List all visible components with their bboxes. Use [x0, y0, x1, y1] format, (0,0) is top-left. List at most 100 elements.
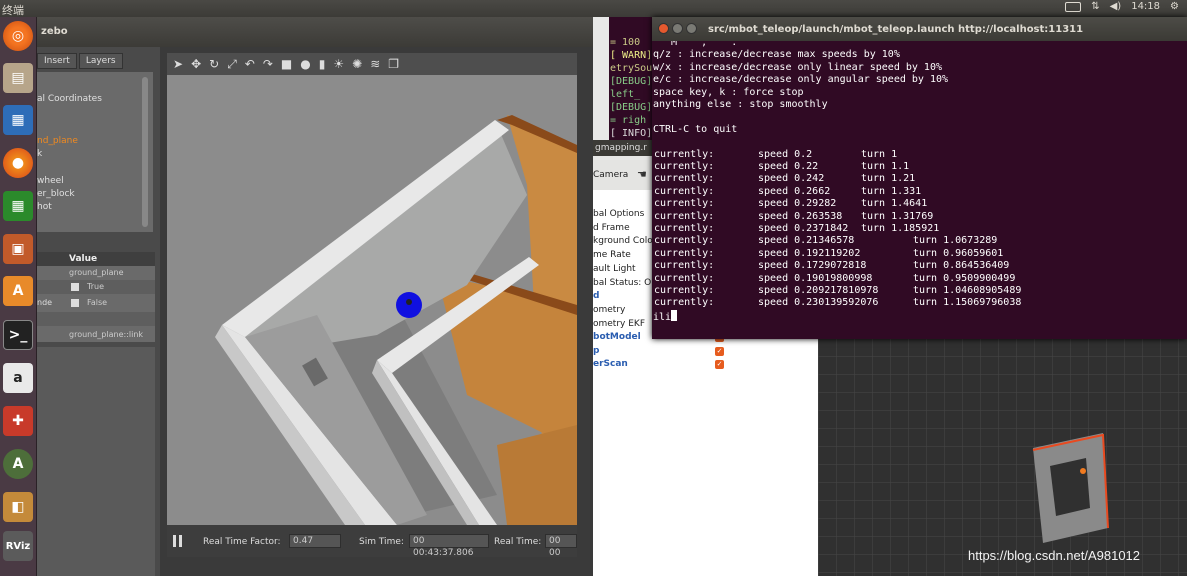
gazebo-3d-scene[interactable]	[167, 75, 577, 525]
text-cursor	[671, 309, 678, 321]
tab-layers[interactable]: Layers	[78, 53, 123, 69]
speed-status-row: currently: speed 0.242 turn 1.21	[653, 173, 1183, 185]
volume-icon[interactable]: ◀)	[1110, 1, 1122, 12]
cylinder-shape-icon[interactable]: ▮	[319, 57, 326, 71]
rviz-icon[interactable]: RViz	[3, 531, 33, 561]
software-center-icon[interactable]: A	[3, 276, 33, 306]
update-icon[interactable]: A	[3, 449, 33, 479]
rviz-tree-item[interactable]: ault Light	[593, 263, 636, 276]
close-icon[interactable]	[658, 23, 669, 34]
bg-terminal-line: [DEBUG]	[610, 102, 653, 113]
box-icon[interactable]: ◧	[3, 492, 33, 522]
teleop-terminal-window[interactable]: src/mbot_teleop/launch/mbot_teleop.launc…	[652, 17, 1187, 339]
active-app-title: 终端	[2, 4, 24, 17]
terminal-titlebar[interactable]: src/mbot_teleop/launch/mbot_teleop.launc…	[652, 17, 1187, 41]
rviz-tree-item[interactable]: botModel	[593, 331, 641, 344]
rviz-map-render	[818, 338, 1187, 576]
minimize-icon[interactable]	[672, 23, 683, 34]
bg-terminal-line: left_	[610, 89, 641, 100]
rviz-tree-item[interactable]: bal Status: O	[593, 277, 651, 290]
row-label: currently:	[654, 297, 715, 309]
keyboard-icon[interactable]	[1065, 1, 1082, 12]
gazebo-side-panel: Insert Layers al Coordinates nd_plane k …	[37, 47, 160, 576]
tree-scrollbar[interactable]	[142, 77, 148, 227]
rviz-tree-item[interactable]: d	[593, 290, 599, 303]
clock[interactable]: 14:18	[1131, 1, 1160, 12]
calc-icon[interactable]: ▦	[3, 191, 33, 221]
speed-status-row: currently: speed 0.22 turn 1.1	[653, 161, 1183, 173]
sim-time-label: Sim Time:	[359, 537, 404, 547]
pause-icon[interactable]	[173, 535, 183, 547]
terminal-prompt-line[interactable]: ili	[653, 309, 678, 323]
tree-item[interactable]: er_block	[37, 189, 75, 199]
terminal-line: CTRL-C to quit	[653, 123, 738, 135]
translate-icon[interactable]: ✥	[191, 57, 201, 71]
tree-item[interactable]: wheel	[37, 176, 64, 186]
row-turn: turn 0.864536409	[913, 260, 1010, 272]
network-icon[interactable]: ⇅	[1091, 1, 1099, 12]
world-tree: al Coordinates nd_plane k wheel er_block…	[37, 72, 153, 232]
rviz-tree-item[interactable]: kground Colo	[593, 235, 653, 248]
row-speed: speed 0.1729072818	[758, 260, 867, 272]
rviz-3d-view[interactable]	[818, 338, 1187, 576]
rviz-tree-item[interactable]: bal Options	[593, 208, 644, 221]
gazebo-titlebar[interactable]: zebo	[37, 17, 593, 47]
bg-terminal-line: etrySou	[610, 63, 653, 74]
terminal-line: w/x : increase/decrease only linear spee…	[653, 61, 942, 73]
row-turn: turn 1	[861, 148, 898, 160]
tab-insert[interactable]: Insert	[37, 53, 77, 69]
speed-status-row: currently: speed 0.209217810978 turn 1.046…	[653, 285, 1183, 297]
sphere-shape-icon[interactable]: ●	[300, 57, 310, 71]
terminal-output[interactable]: M , . q/z : increase/decrease max speeds …	[652, 41, 1187, 339]
prop-key: nde	[37, 298, 53, 307]
camera-button[interactable]: Camera	[593, 170, 628, 180]
impress-icon[interactable]: ▣	[3, 234, 33, 264]
copy-icon[interactable]: ❐	[388, 57, 399, 71]
rviz-tree-item[interactable]: me Rate	[593, 249, 631, 262]
rviz-tree-item[interactable]: d Frame	[593, 222, 630, 235]
spot-light-icon[interactable]: ✺	[352, 57, 362, 71]
row-label: currently:	[654, 185, 715, 197]
amazon-icon[interactable]: a	[3, 363, 33, 393]
row-turn: turn 1.185921	[861, 223, 940, 234]
redo-icon[interactable]: ↷	[263, 57, 273, 71]
terminal-line: e/c : increase/decrease only angular spe…	[653, 74, 949, 86]
dir-light-icon[interactable]: ≋	[370, 57, 380, 71]
scale-icon[interactable]: ⤢	[227, 57, 237, 72]
firefox-icon[interactable]: ●	[3, 148, 33, 178]
tree-item[interactable]: hot	[37, 202, 52, 212]
rviz-tree-item[interactable]: ometry EKF	[593, 318, 645, 331]
rviz-tree-item[interactable]: ometry	[593, 304, 625, 317]
checkbox-checked[interactable]	[71, 283, 79, 291]
box-shape-icon[interactable]: ■	[281, 57, 292, 71]
undo-icon[interactable]: ↶	[245, 57, 255, 71]
rviz-titlebar[interactable]: gmapping.r	[593, 140, 653, 156]
terminal-icon[interactable]: >_	[3, 320, 33, 350]
ubuntu-logo-icon[interactable]: ◎	[3, 21, 33, 51]
tree-item[interactable]: al Coordinates	[37, 94, 102, 104]
writer-icon[interactable]: ▦	[3, 105, 33, 135]
row-label: currently:	[654, 223, 715, 234]
row-turn: turn 1.15069796038	[913, 297, 1022, 309]
interact-hand-icon[interactable]: ☚	[637, 168, 647, 181]
maximize-icon[interactable]	[686, 23, 697, 34]
settings-icon[interactable]: ✚	[3, 406, 33, 436]
power-gear-icon[interactable]: ⚙	[1170, 1, 1179, 12]
rviz-tree-item[interactable]: erScan	[593, 358, 628, 371]
rviz-tree-item[interactable]: p	[593, 345, 599, 358]
files-icon[interactable]: ▤	[3, 63, 33, 93]
rotate-icon[interactable]: ↻	[209, 57, 219, 71]
tree-item[interactable]: k	[37, 149, 42, 159]
select-arrow-icon[interactable]: ➤	[173, 57, 183, 71]
speed-status-row: currently: speed 0.230139592076 turn 1.150…	[653, 297, 1183, 309]
row-label: currently:	[654, 161, 715, 172]
row-turn: turn 0.9509900499	[913, 272, 1016, 284]
tree-item-selected[interactable]: nd_plane	[37, 136, 78, 146]
checkbox-unchecked[interactable]	[71, 299, 79, 307]
bg-terminal-line: [ WARN]	[610, 50, 653, 61]
display-checkbox[interactable]: ✓	[715, 360, 724, 369]
row-label: currently:	[654, 198, 715, 210]
speed-status-row: currently: speed 0.2 turn 1	[653, 149, 1183, 161]
display-checkbox[interactable]: ✓	[715, 347, 724, 356]
point-light-icon[interactable]: ☀	[333, 57, 344, 71]
